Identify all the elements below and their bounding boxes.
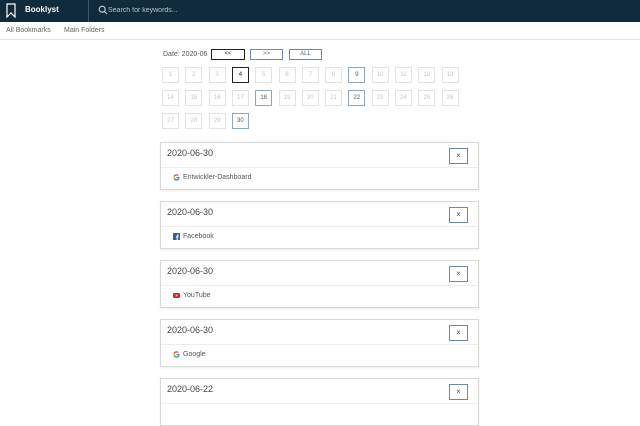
delete-bookmark-button[interactable]: × [449, 148, 468, 164]
day-4[interactable]: 4 [231, 67, 249, 83]
delete-bookmark-button[interactable]: × [449, 384, 468, 400]
day-11[interactable]: 11 [395, 67, 412, 83]
day-18[interactable]: 18 [255, 90, 273, 106]
youtube-icon [173, 292, 180, 299]
day-13[interactable]: 13 [441, 67, 459, 83]
google-icon [173, 174, 180, 181]
day-6[interactable]: 6 [278, 67, 296, 83]
delete-bookmark-button[interactable]: × [449, 207, 468, 223]
nav-bar: All Bookmarks Main Folders [0, 22, 640, 40]
day-5[interactable]: 5 [255, 67, 273, 83]
bookmark-date: 2020-06-30 [167, 266, 214, 276]
bookmark-link[interactable]: Entwickler-Dashboard [173, 174, 251, 181]
top-bar: Booklyst [0, 0, 640, 22]
day-9[interactable]: 9 [348, 67, 366, 83]
day-23[interactable]: 23 [371, 90, 389, 106]
card-divider [161, 344, 478, 345]
bookmark-card: 2020-06-22 × [160, 378, 479, 426]
bookmark-card: 2020-06-30 × Google [160, 319, 479, 367]
day-26[interactable]: 26 [441, 90, 459, 106]
day-10[interactable]: 10 [371, 67, 389, 83]
day-1[interactable]: 1 [162, 67, 179, 83]
day-17[interactable]: 17 [231, 90, 249, 106]
bookmark-link[interactable]: Google [173, 351, 206, 358]
day-16[interactable]: 16 [208, 90, 226, 106]
nav-main-folders[interactable]: Main Folders [64, 27, 104, 34]
app-title[interactable]: Booklyst [25, 5, 59, 14]
card-divider [161, 167, 478, 168]
bookmark-title: Facebook [183, 233, 214, 240]
bookmark-title: Google [183, 351, 206, 358]
bookmark-link[interactable]: YouTube [173, 292, 211, 299]
bookmark-title: YouTube [183, 292, 211, 299]
day-21[interactable]: 21 [325, 90, 343, 106]
day-3[interactable]: 3 [208, 67, 226, 83]
day-29[interactable]: 29 [208, 113, 226, 129]
day-15[interactable]: 15 [185, 90, 203, 106]
day-20[interactable]: 20 [301, 90, 319, 106]
card-divider [161, 403, 478, 404]
day-7[interactable]: 7 [301, 67, 319, 83]
date-label: Date: 2020-06 [163, 51, 208, 58]
search-input[interactable] [108, 4, 308, 16]
bookmark-link[interactable]: Facebook [173, 233, 214, 240]
day-30[interactable]: 30 [231, 113, 249, 129]
bookmark-card: 2020-06-30 × YouTube [160, 260, 479, 308]
search-icon [98, 5, 108, 15]
day-12[interactable]: 12 [418, 67, 436, 83]
day-8[interactable]: 8 [325, 67, 343, 83]
day-28[interactable]: 28 [185, 113, 203, 129]
header-divider [88, 0, 89, 22]
bookmark-date: 2020-06-22 [167, 384, 214, 394]
bookmark-card: 2020-06-30 × Entwickler-Dashboard [160, 142, 479, 190]
bookmark-card: 2020-06-30 × Facebook [160, 201, 479, 249]
google-icon [173, 351, 180, 358]
next-month-button[interactable]: >> [250, 49, 283, 60]
delete-bookmark-button[interactable]: × [449, 266, 468, 282]
card-divider [161, 285, 478, 286]
bookmark-title: Entwickler-Dashboard [183, 174, 252, 181]
nav-all-bookmarks[interactable]: All Bookmarks [6, 27, 51, 34]
day-25[interactable]: 25 [418, 90, 436, 106]
day-2[interactable]: 2 [185, 67, 203, 83]
bookmark-icon[interactable] [6, 3, 16, 18]
prev-month-button[interactable]: << [211, 49, 245, 60]
delete-bookmark-button[interactable]: × [449, 325, 468, 341]
day-14[interactable]: 14 [162, 90, 179, 106]
day-27[interactable]: 27 [162, 113, 179, 129]
facebook-icon [173, 233, 180, 240]
bookmark-date: 2020-06-30 [167, 207, 214, 217]
bookmark-date: 2020-06-30 [167, 148, 214, 158]
card-divider [161, 226, 478, 227]
day-22[interactable]: 22 [348, 90, 366, 106]
all-dates-button[interactable]: ALL [289, 49, 322, 60]
day-24[interactable]: 24 [395, 90, 412, 106]
day-19[interactable]: 19 [278, 90, 296, 106]
bookmark-date: 2020-06-30 [167, 325, 214, 335]
